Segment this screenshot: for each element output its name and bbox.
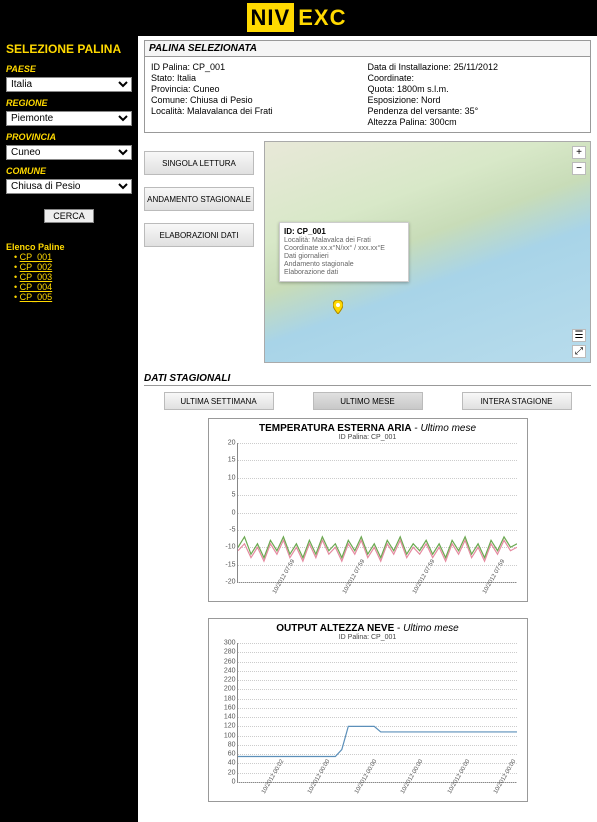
select-paese[interactable]: Italia bbox=[6, 77, 132, 92]
logo-part1: NIV bbox=[247, 3, 295, 32]
palina-link[interactable]: CP_004 bbox=[20, 282, 53, 292]
search-button[interactable]: CERCA bbox=[44, 209, 94, 223]
main-content: PALINA SELEZIONATA ID Palina: CP_001 Sta… bbox=[138, 36, 597, 822]
chart-temperatura: TEMPERATURA ESTERNA ARIA - Ultimo mese I… bbox=[208, 418, 528, 602]
map-zoom-in-button[interactable]: + bbox=[572, 146, 586, 159]
label-regione: REGIONE bbox=[6, 98, 132, 108]
palina-link[interactable]: CP_003 bbox=[20, 272, 53, 282]
singola-lettura-button[interactable]: SINGOLA LETTURA bbox=[144, 151, 254, 175]
panel-title: PALINA SELEZIONATA bbox=[144, 40, 591, 57]
palina-list-title: Elenco Paline bbox=[6, 242, 132, 252]
label-paese: PAESE bbox=[6, 64, 132, 74]
select-comune[interactable]: Chiusa di Pesio bbox=[6, 179, 132, 194]
label-comune: COMUNE bbox=[6, 166, 132, 176]
sidebar: SELEZIONE PALINA PAESE Italia REGIONE Pi… bbox=[0, 36, 138, 822]
select-regione[interactable]: Piemonte bbox=[6, 111, 132, 126]
app-header: NIVEXC bbox=[0, 0, 597, 36]
action-buttons: SINGOLA LETTURA ANDAMENTO STAGIONALE ELA… bbox=[144, 141, 254, 363]
sidebar-title: SELEZIONE PALINA bbox=[6, 42, 132, 56]
elaborazioni-button[interactable]: ELABORAZIONI DATI bbox=[144, 223, 254, 247]
panel-body: ID Palina: CP_001 Stato: Italia Provinci… bbox=[144, 57, 591, 133]
plot-neve: 3002802602402202001801601401201008060402… bbox=[237, 643, 517, 783]
chart-neve: OUTPUT ALTEZZA NEVE - Ultimo mese ID Pal… bbox=[208, 618, 528, 802]
tab-ultima-settimana[interactable]: ULTIMA SETTIMANA bbox=[164, 392, 274, 410]
logo-part2: EXC bbox=[294, 3, 350, 32]
tab-row: ULTIMA SETTIMANA ULTIMO MESE INTERA STAG… bbox=[144, 392, 591, 410]
palina-link[interactable]: CP_001 bbox=[20, 252, 53, 262]
select-provincia[interactable]: Cuneo bbox=[6, 145, 132, 160]
palina-link[interactable]: CP_005 bbox=[20, 292, 53, 302]
section-title: DATI STAGIONALI bbox=[144, 373, 591, 386]
panel-left: ID Palina: CP_001 Stato: Italia Provinci… bbox=[151, 61, 368, 128]
tab-ultimo-mese[interactable]: ULTIMO MESE bbox=[313, 392, 423, 410]
tab-intera-stagione[interactable]: INTERA STAGIONE bbox=[462, 392, 572, 410]
label-provincia: PROVINCIA bbox=[6, 132, 132, 142]
map-full-button[interactable]: ⤢ bbox=[572, 345, 586, 358]
map-popup: ID: CP_001 Località: Malavalca dei Frati… bbox=[279, 222, 409, 282]
map-layers-button[interactable]: ☰ bbox=[572, 329, 586, 342]
map-zoom-out-button[interactable]: − bbox=[572, 162, 586, 175]
plot-temperatura: 20151050-5-10-15-2010/2012 07:5910/2012 … bbox=[237, 443, 517, 583]
map[interactable]: ID: CP_001 Località: Malavalca dei Frati… bbox=[264, 141, 591, 363]
panel-right: Data di Installazione: 25/11/2012 Coordi… bbox=[368, 61, 585, 128]
map-marker-icon bbox=[333, 300, 343, 314]
andamento-button[interactable]: ANDAMENTO STAGIONALE bbox=[144, 187, 254, 211]
logo: NIVEXC bbox=[247, 5, 351, 31]
palina-list: CP_001 CP_002 CP_003 CP_004 CP_005 bbox=[6, 252, 132, 302]
palina-link[interactable]: CP_002 bbox=[20, 262, 53, 272]
